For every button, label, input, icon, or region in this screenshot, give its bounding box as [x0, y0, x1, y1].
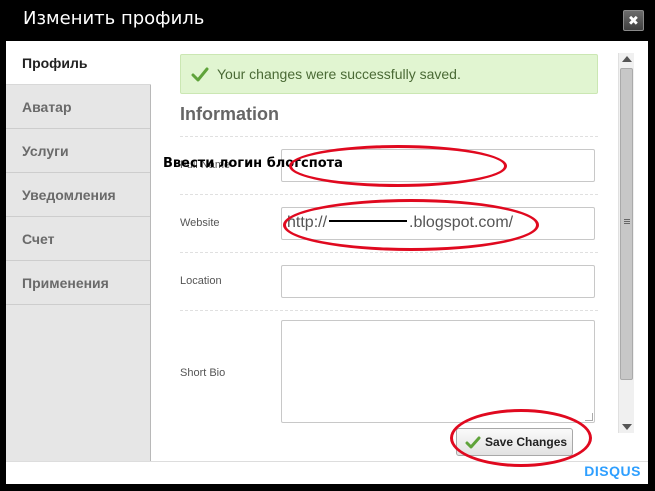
success-message: Your changes were successfully saved.	[180, 54, 598, 94]
save-changes-button[interactable]: Save Changes	[456, 428, 573, 456]
check-icon	[191, 67, 209, 82]
sidebar-item-profile[interactable]: Профиль	[6, 41, 151, 85]
dialog-panel: Профиль Аватар Услуги Уведомления Счет П…	[6, 41, 648, 461]
sidebar-item-applications[interactable]: Применения	[6, 261, 150, 305]
vertical-scrollbar[interactable]	[618, 53, 634, 433]
sidebar-item-avatar[interactable]: Аватар	[6, 85, 150, 129]
sidebar-item-notifications[interactable]: Уведомления	[6, 173, 150, 217]
sidebar-item-account[interactable]: Счет	[6, 217, 150, 261]
website-suffix: .blogspot.com/	[409, 214, 514, 231]
brand-text: DISQ	[584, 463, 621, 479]
scroll-thumb[interactable]	[620, 68, 633, 380]
sidebar-item-services[interactable]: Услуги	[6, 129, 150, 173]
close-icon: ✖	[628, 13, 639, 28]
annotation-text: Ввести логин блогспота	[163, 156, 343, 171]
scroll-down-icon[interactable]	[622, 424, 632, 430]
location-input[interactable]	[281, 265, 595, 298]
divider	[180, 194, 598, 195]
close-button[interactable]: ✖	[623, 10, 644, 31]
grip-icon	[624, 219, 630, 220]
title-bar: Изменить профиль ✖	[0, 0, 655, 40]
disqus-logo[interactable]: DISQUS	[584, 463, 641, 479]
footer: DISQUS	[6, 461, 648, 484]
window-title: Изменить профиль	[23, 8, 205, 29]
brand-text-u: U	[620, 463, 632, 479]
check-icon	[465, 436, 481, 449]
website-label: Website	[180, 217, 220, 229]
resize-handle-icon[interactable]	[585, 413, 593, 421]
short-bio-textarea[interactable]	[281, 320, 595, 423]
website-prefix: http://	[287, 214, 328, 231]
sidebar: Профиль Аватар Услуги Уведомления Счет П…	[6, 41, 151, 461]
website-input[interactable]: http:// .blogspot.com/	[281, 207, 595, 240]
divider	[180, 310, 598, 311]
short-bio-label: Short Bio	[180, 367, 226, 379]
blank-line	[329, 220, 408, 222]
section-title: Information	[180, 104, 279, 124]
save-changes-label: Save Changes	[485, 435, 568, 449]
divider	[180, 136, 598, 137]
profile-form: Your changes were successfully saved. In…	[152, 41, 625, 461]
success-text: Your changes were successfully saved.	[217, 66, 461, 82]
divider	[180, 252, 598, 253]
scroll-up-icon[interactable]	[622, 56, 632, 62]
location-label: Location	[180, 275, 222, 287]
brand-text-s: S	[631, 463, 641, 479]
